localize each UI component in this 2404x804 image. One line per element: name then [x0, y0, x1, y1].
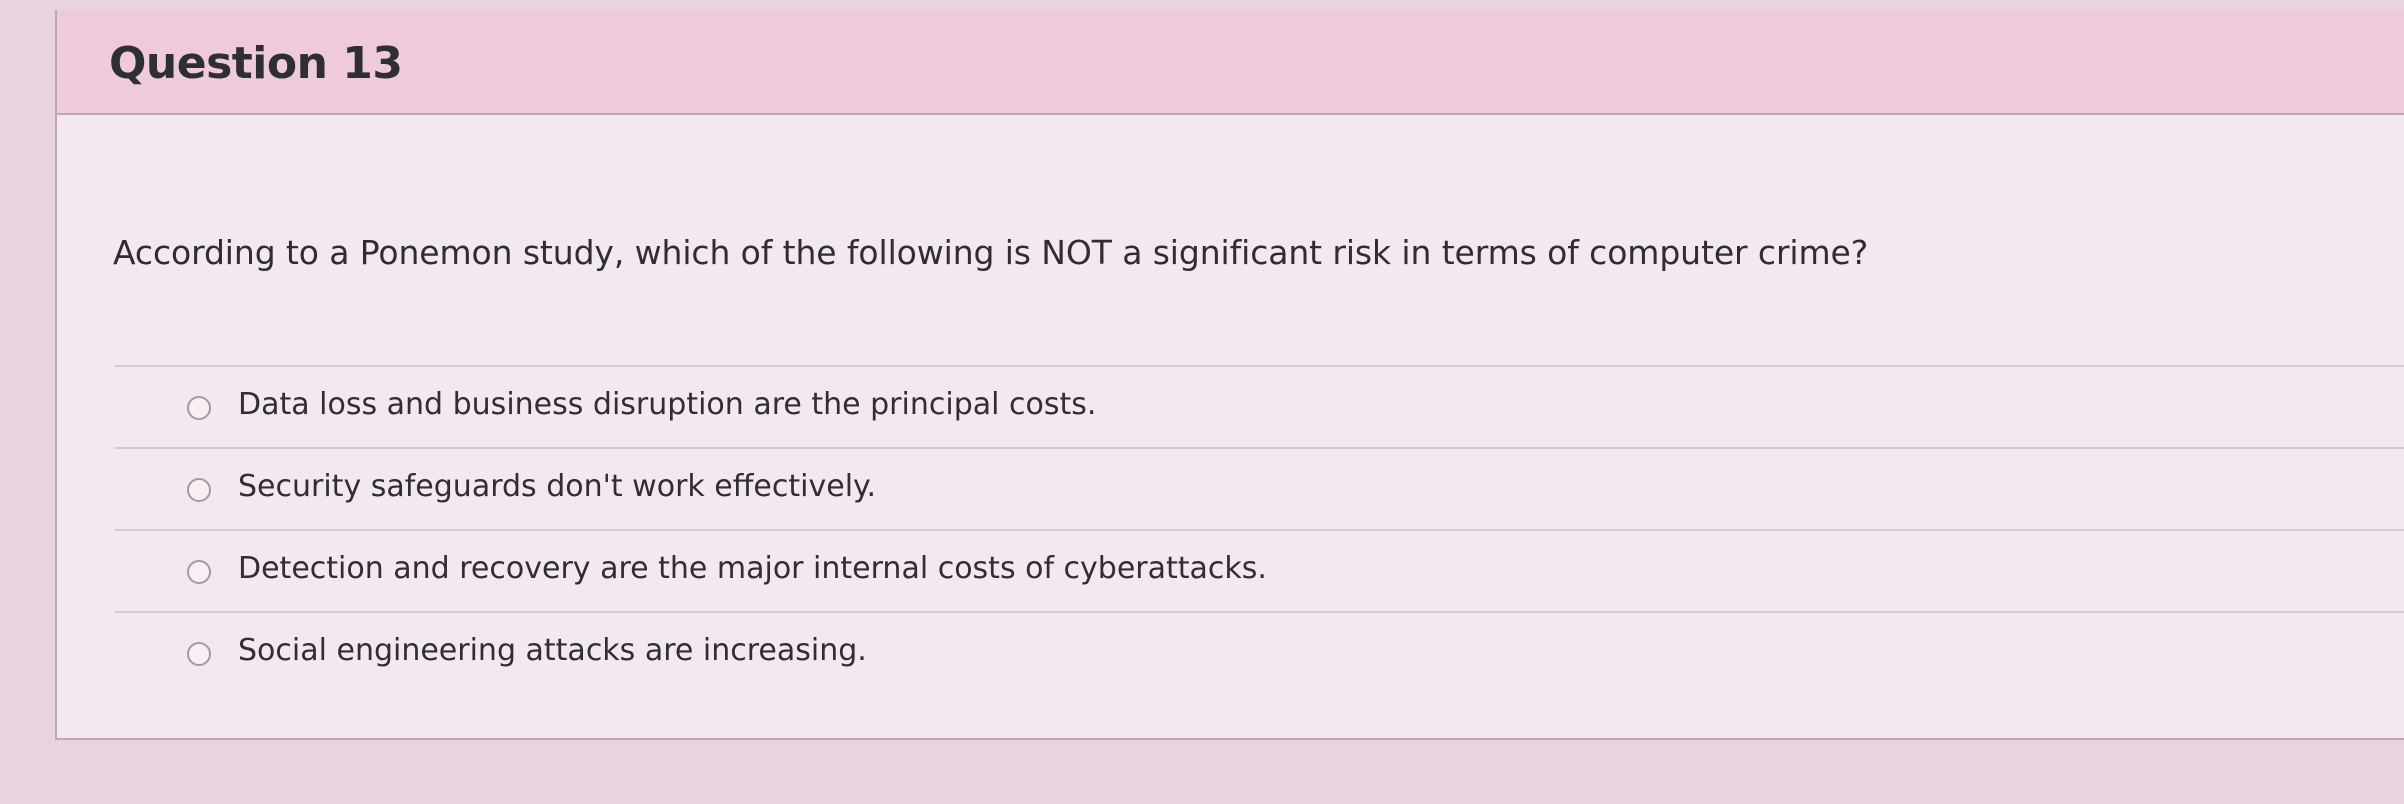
question-text: According to a Ponemon study, which of t…: [113, 233, 1869, 272]
answer-option-1[interactable]: Data loss and business disruption are th…: [115, 367, 2404, 449]
answer-label-2[interactable]: Security safeguards don't work effective…: [238, 469, 876, 504]
question-card: Question 13 According to a Ponemon study…: [55, 10, 2404, 740]
radio-button-2[interactable]: [187, 478, 211, 502]
question-body: According to a Ponemon study, which of t…: [57, 115, 2404, 738]
answer-option-2[interactable]: Security safeguards don't work effective…: [115, 449, 2404, 531]
answer-option-4[interactable]: Social engineering attacks are increasin…: [115, 613, 2404, 695]
radio-button-4[interactable]: [187, 642, 211, 666]
answer-list: Data loss and business disruption are th…: [115, 365, 2404, 695]
radio-button-3[interactable]: [187, 560, 211, 584]
answer-label-3[interactable]: Detection and recovery are the major int…: [238, 551, 1267, 586]
radio-button-1[interactable]: [187, 396, 211, 420]
answer-label-1[interactable]: Data loss and business disruption are th…: [238, 387, 1096, 422]
question-title: Question 13: [109, 38, 403, 89]
answer-label-4[interactable]: Social engineering attacks are increasin…: [238, 633, 867, 668]
answer-option-3[interactable]: Detection and recovery are the major int…: [115, 531, 2404, 613]
question-header: Question 13: [57, 10, 2404, 115]
